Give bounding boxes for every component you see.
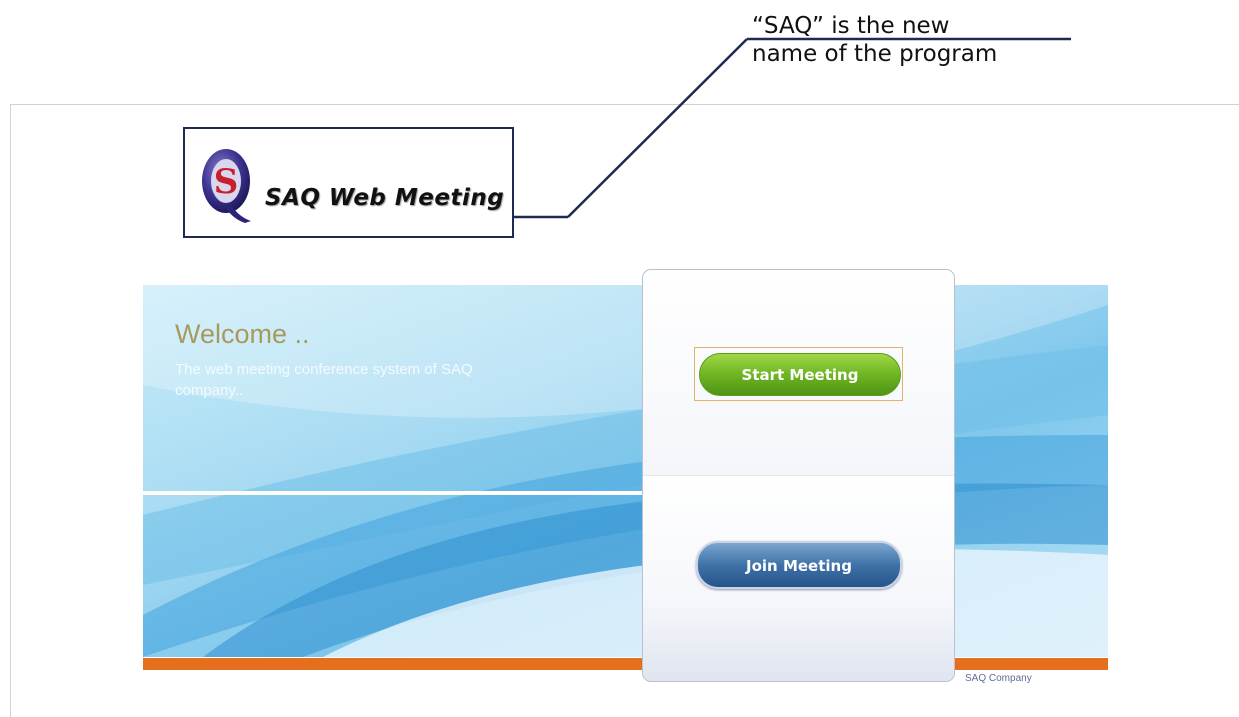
join-meeting-button[interactable]: Join Meeting: [696, 541, 902, 589]
meeting-action-panel: Start Meeting Join Meeting: [642, 269, 955, 682]
welcome-subtitle: The web meeting conference system of SAQ…: [175, 361, 473, 399]
svg-text:S: S: [214, 162, 239, 202]
annotation-callout: “SAQ” is the new name of the program: [752, 12, 1082, 68]
annotation-line-2: name of the program: [752, 41, 998, 67]
banner-divider: [143, 491, 643, 495]
logo-box: S SAQ Web Meeting: [183, 127, 514, 238]
welcome-title: Welcome ..: [175, 319, 310, 349]
logo-text: SAQ Web Meeting: [265, 185, 505, 211]
welcome-banner: Welcome .. The web meeting conference sy…: [143, 285, 1108, 657]
annotation-line-1: “SAQ” is the new: [752, 13, 950, 39]
saq-logo-icon: S: [202, 149, 251, 223]
start-meeting-button[interactable]: Start Meeting: [699, 353, 901, 396]
footer-accent-bar: [143, 658, 1108, 670]
company-footer-text: SAQ Company: [965, 673, 1032, 684]
